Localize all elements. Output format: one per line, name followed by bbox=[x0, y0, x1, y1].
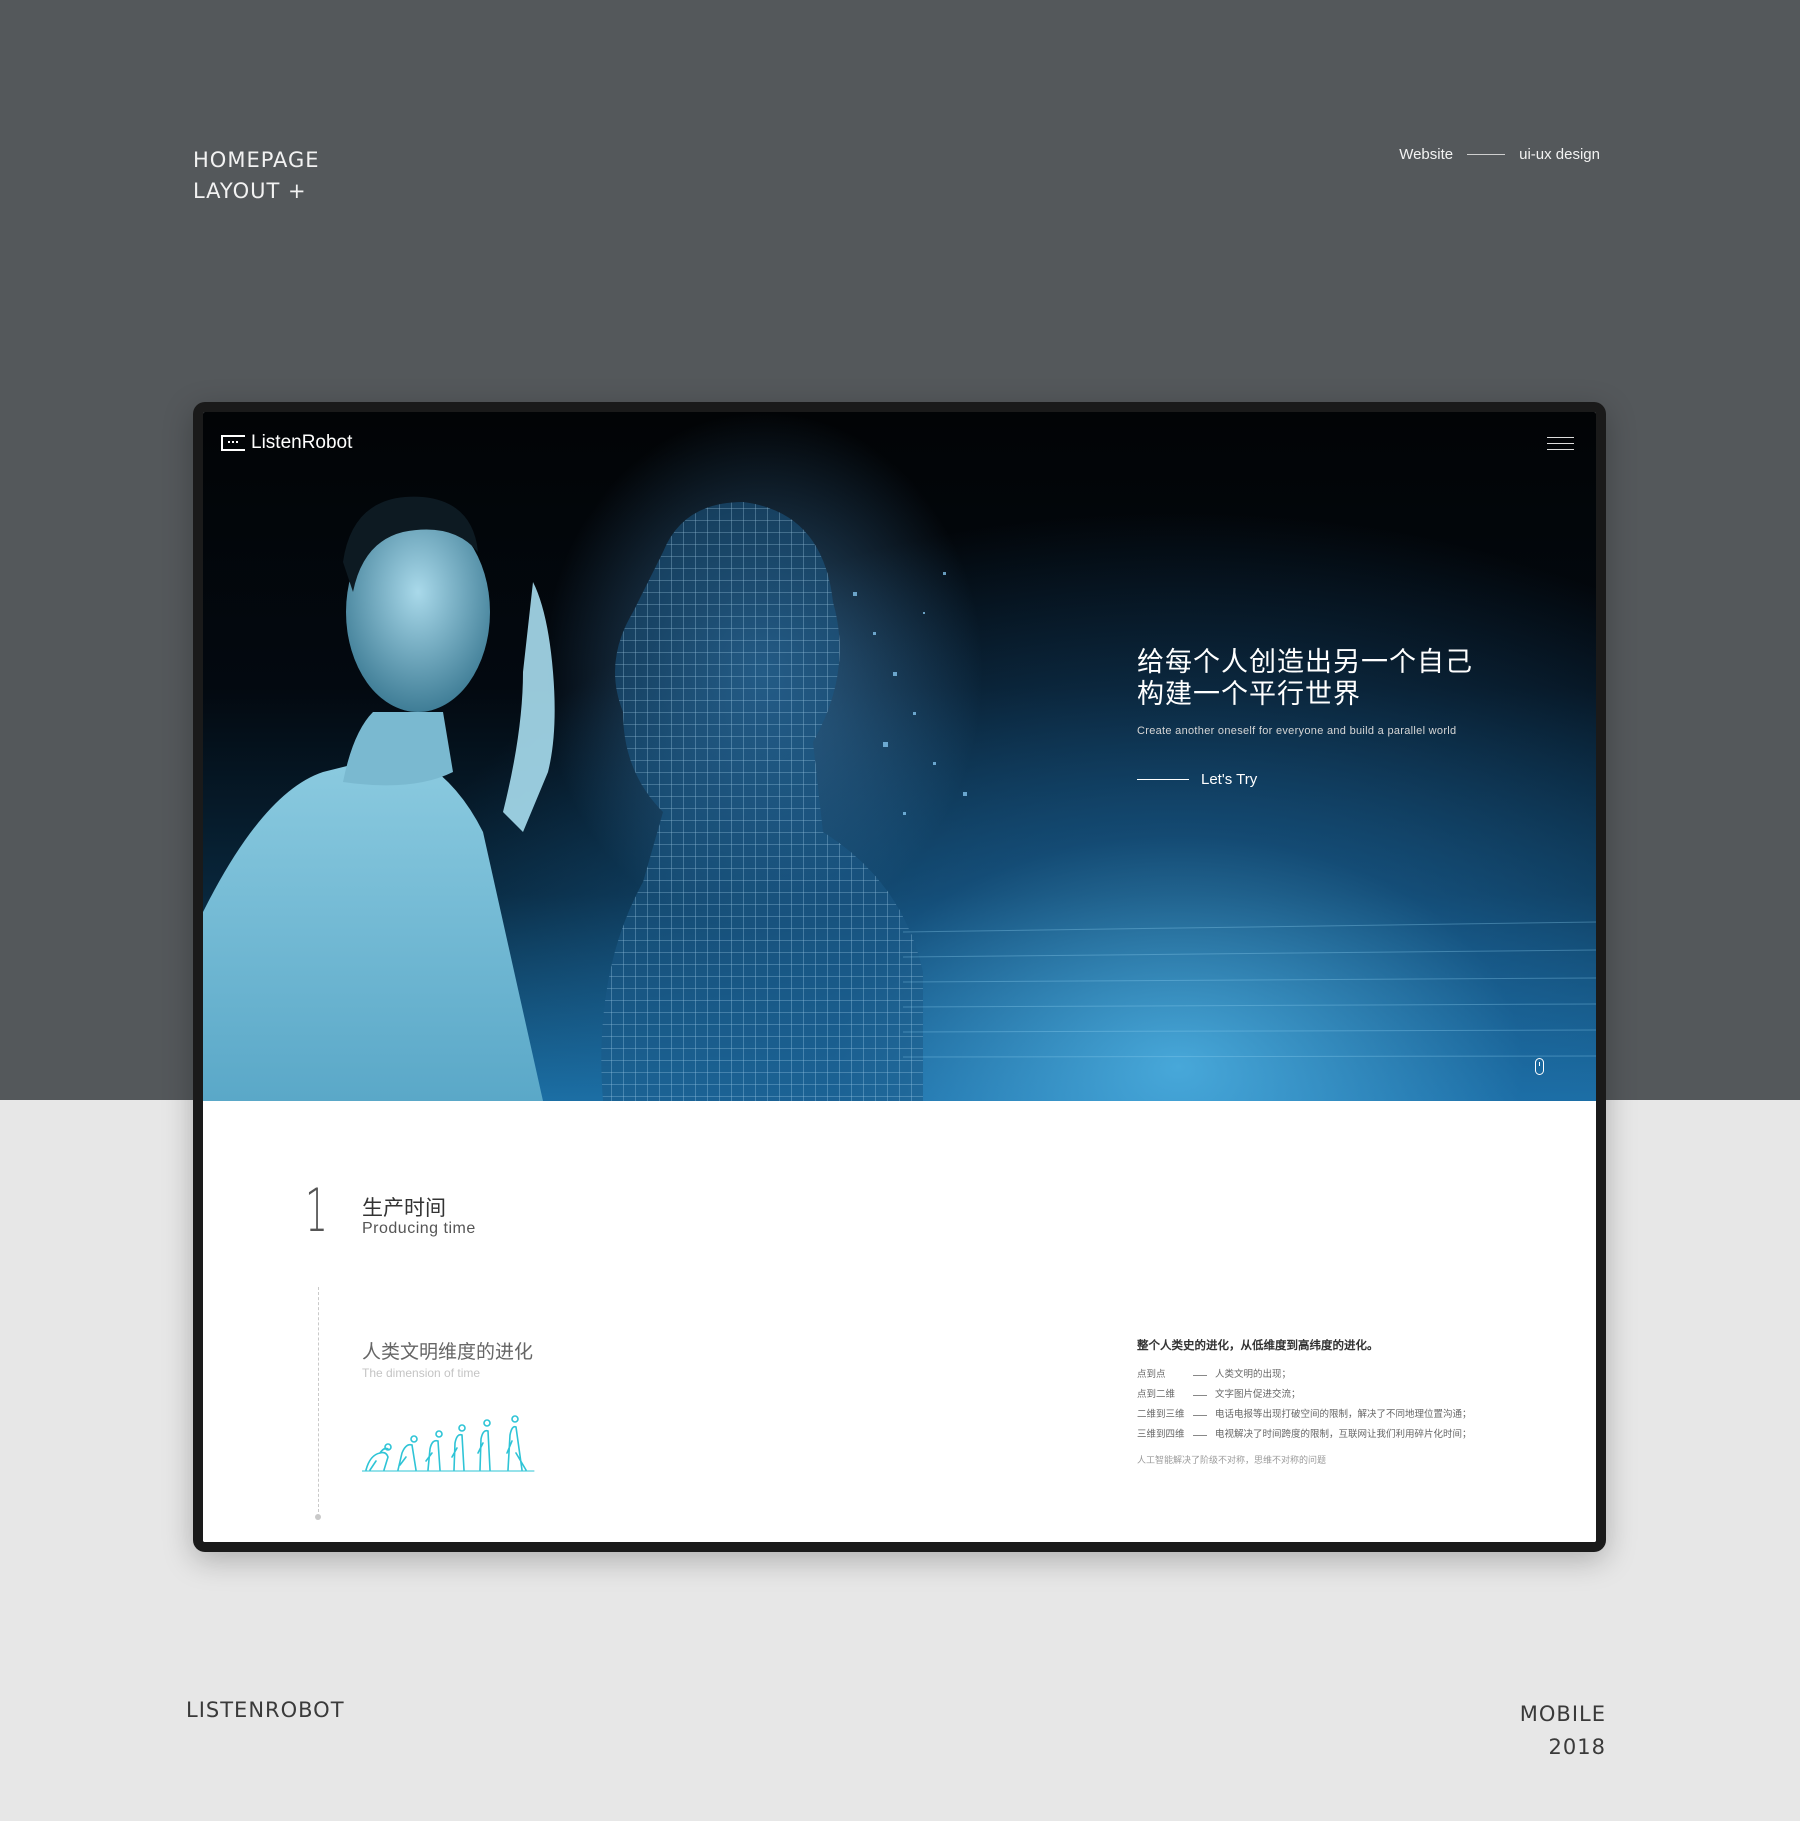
presentation-title: HOMEPAGE LAYOUT + bbox=[193, 145, 320, 207]
text-heading: 整个人类史的进化，从低维度到高纬度的进化。 bbox=[1137, 1340, 1379, 1352]
presentation-title-line1: HOMEPAGE bbox=[193, 148, 320, 172]
row-dash bbox=[1193, 1395, 1207, 1396]
hero-subtitle: Create another oneself for everyone and … bbox=[1137, 725, 1457, 737]
human-evolution-icon bbox=[362, 1415, 535, 1472]
section-title-en: Producing time bbox=[362, 1220, 476, 1237]
row-dash bbox=[1193, 1435, 1207, 1436]
text-row: 三维到四维 电视解决了时间跨度的限制，互联网让我们利用碎片化时间； bbox=[1137, 1425, 1517, 1445]
row-key: 点到点 bbox=[1137, 1369, 1166, 1380]
hero-title-line1: 给每个人创造出另一个自己 bbox=[1137, 647, 1473, 678]
hamburger-menu-icon[interactable] bbox=[1547, 437, 1574, 451]
timeline-line bbox=[318, 1287, 320, 1512]
logo-icon bbox=[221, 435, 245, 451]
hero-title-line2: 构建一个平行世界 bbox=[1137, 679, 1361, 710]
lets-try-button[interactable]: Let's Try bbox=[1137, 771, 1473, 788]
row-value: 人类文明的出现； bbox=[1215, 1369, 1292, 1380]
section-number: 1 bbox=[305, 1176, 328, 1246]
text-footer: 人工智能解决了阶级不对称，思维不对称的问题 bbox=[1137, 1455, 1327, 1465]
producing-time-section: 1 生产时间 Producing time 人类文明维度的进化 The dime… bbox=[203, 1101, 1596, 1542]
logo-text: ListenRobot bbox=[251, 432, 353, 453]
row-value: 电话电报等出现打破空间的限制，解决了不同地理位置沟通； bbox=[1215, 1409, 1472, 1420]
sub-title-en: The dimension of time bbox=[362, 1366, 481, 1380]
presentation-meta: Website ui-ux design bbox=[1399, 146, 1600, 163]
footer-brand: LISTENROBOT bbox=[186, 1698, 345, 1722]
device-frame: ListenRobot 给每个人创造出另一个自己 构建一个平行世界 Create… bbox=[193, 402, 1606, 1552]
hero-text: 给每个人创造出另一个自己 构建一个平行世界 Create another one… bbox=[1137, 647, 1473, 788]
section-title: 生产时间 bbox=[362, 1196, 446, 1220]
text-row: 二维到三维 电话电报等出现打破空间的限制，解决了不同地理位置沟通； bbox=[1137, 1405, 1517, 1425]
text-row: 点到二维 文字图片促进交流； bbox=[1137, 1385, 1517, 1405]
evolution-text-block: 整个人类史的进化，从低维度到高纬度的进化。 点到点 人类文明的出现； 点到二维 … bbox=[1137, 1337, 1517, 1466]
light-streaks bbox=[902, 921, 1596, 1058]
row-key: 三维到四维 bbox=[1137, 1429, 1185, 1440]
sub-title: 人类文明维度的进化 bbox=[362, 1341, 534, 1363]
row-dash bbox=[1193, 1375, 1207, 1376]
hero-banner: ListenRobot 给每个人创造出另一个自己 构建一个平行世界 Create… bbox=[203, 412, 1596, 1101]
mouse-scroll-icon[interactable] bbox=[1535, 1058, 1544, 1075]
device-screen: ListenRobot 给每个人创造出另一个自己 构建一个平行世界 Create… bbox=[203, 412, 1596, 1542]
human-figure bbox=[203, 496, 555, 1101]
row-key: 二维到三维 bbox=[1137, 1409, 1185, 1420]
meta-website: Website bbox=[1399, 146, 1454, 163]
row-value: 文字图片促进交流； bbox=[1215, 1389, 1301, 1400]
row-value: 电视解决了时间跨度的限制，互联网让我们利用碎片化时间； bbox=[1215, 1429, 1472, 1440]
hero-title: 给每个人创造出另一个自己 构建一个平行世界 bbox=[1137, 647, 1473, 711]
meta-uiux: ui-ux design bbox=[1519, 146, 1600, 163]
presentation-title-line2: LAYOUT + bbox=[193, 179, 307, 203]
footer-platform-line1: MOBILE bbox=[1519, 1702, 1606, 1726]
cta-label: Let's Try bbox=[1201, 771, 1258, 788]
footer-platform: MOBILE 2018 bbox=[1520, 1698, 1606, 1764]
wireframe-figure bbox=[543, 412, 983, 1101]
cta-line bbox=[1137, 779, 1189, 780]
timeline-dot bbox=[315, 1514, 321, 1520]
row-dash bbox=[1193, 1415, 1207, 1416]
text-row: 点到点 人类文明的出现； bbox=[1137, 1365, 1517, 1385]
meta-divider bbox=[1467, 154, 1506, 155]
footer-year: 2018 bbox=[1548, 1735, 1606, 1759]
row-key: 点到二维 bbox=[1137, 1389, 1176, 1400]
site-logo[interactable]: ListenRobot bbox=[221, 432, 352, 454]
